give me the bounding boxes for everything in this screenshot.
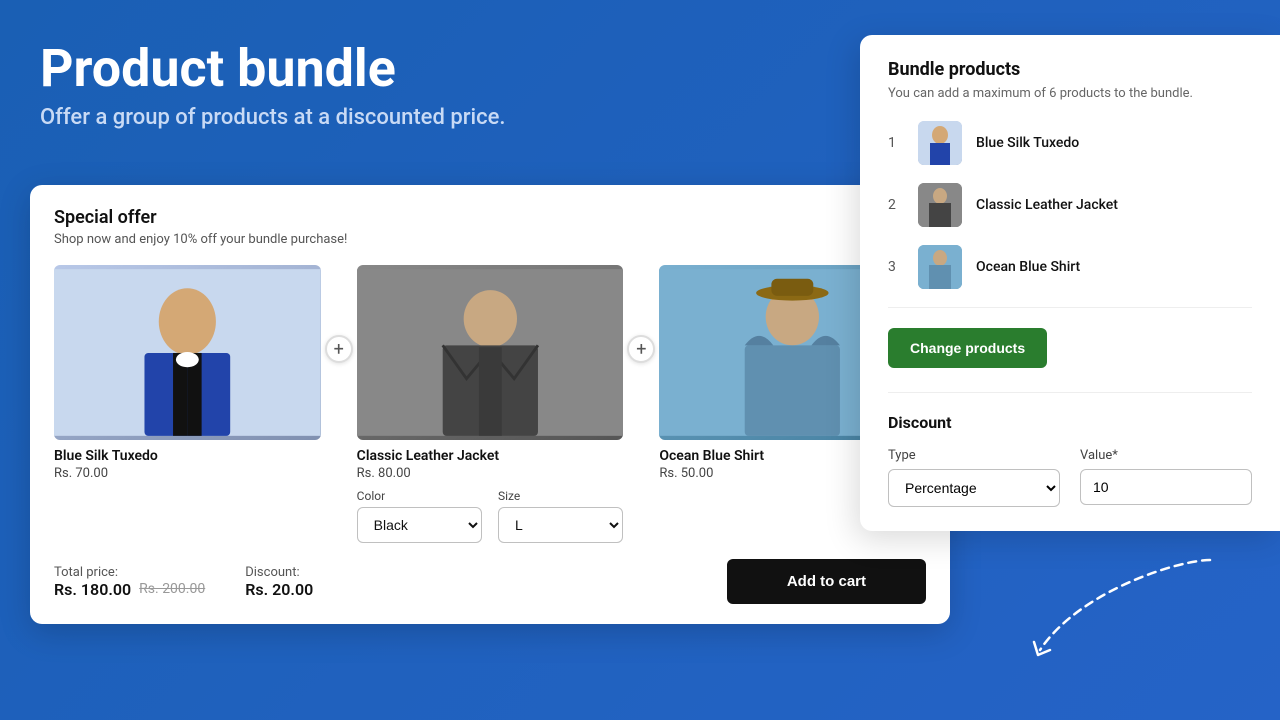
size-group: Size S M L XL	[498, 489, 623, 543]
total-section: Total price: Rs. 180.00 Rs. 200.00	[54, 565, 205, 599]
discount-summary-section: Discount: Rs. 20.00	[245, 565, 313, 599]
bundle-thumb-jacket	[918, 183, 962, 227]
total-label: Total price:	[54, 565, 205, 580]
hero-title: Product bundle	[40, 40, 505, 97]
bundle-item-3-name: Ocean Blue Shirt	[976, 259, 1080, 275]
add-to-cart-button[interactable]: Add to cart	[727, 559, 926, 604]
bundle-item-1: 1 Blue Silk Tuxedo	[888, 121, 1252, 165]
bundle-panel-title: Bundle products	[888, 59, 1252, 80]
hero-subtitle: Offer a group of products at a discounte…	[40, 105, 505, 130]
product-item-tuxedo: Blue Silk Tuxedo Rs. 70.00	[54, 265, 321, 481]
change-products-button[interactable]: Change products	[888, 328, 1047, 368]
bundle-item-3-num: 3	[888, 259, 904, 275]
discount-type-select[interactable]: Percentage Fixed Amount	[888, 469, 1060, 507]
total-price: Rs. 180.00	[54, 580, 131, 599]
product-card: Special offer Shop now and enjoy 10% off…	[30, 185, 950, 624]
discount-type-group: Type Percentage Fixed Amount	[888, 448, 1060, 507]
color-select[interactable]: Black Brown Navy	[357, 507, 482, 543]
bundle-item-2-name: Classic Leather Jacket	[976, 197, 1118, 213]
bundle-item-2-num: 2	[888, 197, 904, 213]
size-select[interactable]: S M L XL	[498, 507, 623, 543]
hero-section: Product bundle Offer a group of products…	[40, 40, 505, 130]
product-image-jacket	[357, 265, 624, 440]
product-price-tuxedo: Rs. 70.00	[54, 466, 321, 481]
plus-connector-1: +	[321, 265, 357, 363]
footer-row: Total price: Rs. 180.00 Rs. 200.00 Disco…	[54, 559, 926, 604]
bundle-thumb-shirt	[918, 245, 962, 289]
product-price-jacket: Rs. 80.00	[357, 466, 624, 481]
product-name-jacket: Classic Leather Jacket	[357, 448, 624, 464]
discount-section-panel: Discount Type Percentage Fixed Amount Va…	[888, 413, 1252, 507]
bundle-panel: Bundle products You can add a maximum of…	[860, 35, 1280, 531]
plus-icon-1: +	[325, 335, 353, 363]
discount-summary-amount: Rs. 20.00	[245, 580, 313, 599]
discount-panel-title: Discount	[888, 413, 1252, 432]
color-label: Color	[357, 489, 482, 503]
product-name-tuxedo: Blue Silk Tuxedo	[54, 448, 321, 464]
size-label: Size	[498, 489, 623, 503]
bundle-divider-2	[888, 392, 1252, 393]
discount-value-input[interactable]	[1080, 469, 1252, 505]
bundle-item-1-name: Blue Silk Tuxedo	[976, 135, 1079, 151]
bundle-item-1-num: 1	[888, 135, 904, 151]
bundle-panel-subtitle: You can add a maximum of 6 products to t…	[888, 86, 1252, 101]
discount-value-group: Value*	[1080, 448, 1252, 507]
total-price-wrap: Rs. 180.00 Rs. 200.00	[54, 580, 205, 599]
discount-summary-label: Discount:	[245, 565, 313, 580]
bundle-item-3: 3 Ocean Blue Shirt	[888, 245, 1252, 289]
plus-connector-2: +	[623, 265, 659, 363]
special-offer-subtitle: Shop now and enjoy 10% off your bundle p…	[54, 232, 926, 247]
special-offer-title: Special offer	[54, 207, 926, 228]
color-group: Color Black Brown Navy	[357, 489, 482, 543]
products-row: Blue Silk Tuxedo Rs. 70.00 + Classic Lea…	[54, 265, 926, 543]
product-image-tuxedo	[54, 265, 321, 440]
selects-row: Color Black Brown Navy Size S M L XL	[357, 489, 624, 543]
total-original-price: Rs. 200.00	[139, 581, 205, 597]
product-item-jacket: Classic Leather Jacket Rs. 80.00 Color B…	[357, 265, 624, 543]
plus-icon-2: +	[627, 335, 655, 363]
bundle-thumb-tuxedo	[918, 121, 962, 165]
discount-value-label: Value*	[1080, 448, 1252, 463]
bundle-divider-1	[888, 307, 1252, 308]
discount-type-label: Type	[888, 448, 1060, 463]
discount-fields-row: Type Percentage Fixed Amount Value*	[888, 448, 1252, 507]
bundle-item-2: 2 Classic Leather Jacket	[888, 183, 1252, 227]
